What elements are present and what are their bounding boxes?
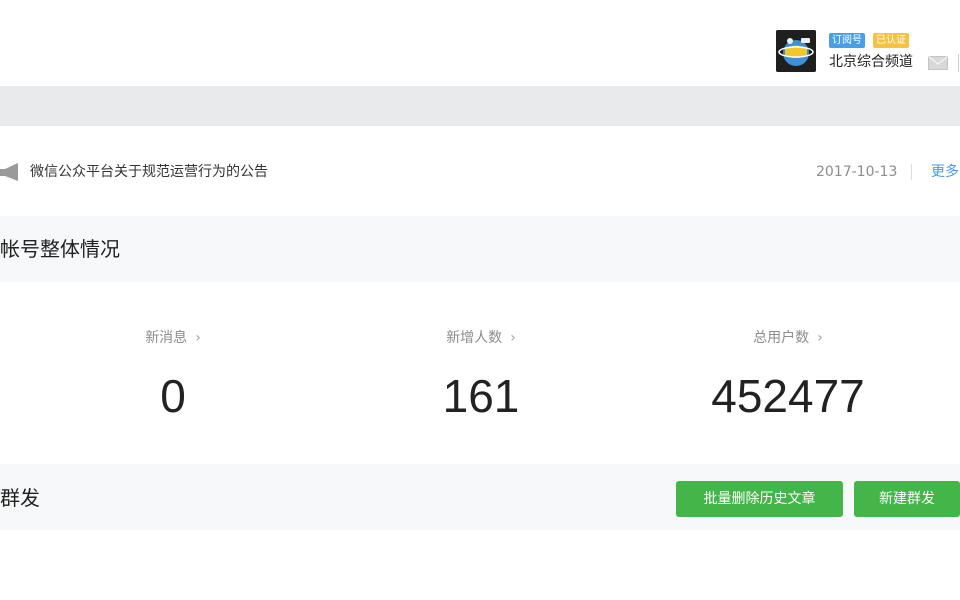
stat-new-messages[interactable]: 新消息 › 0	[73, 282, 273, 464]
stat-label[interactable]: 新消息 ›	[73, 328, 273, 348]
mass-send-title: 群发	[0, 486, 40, 510]
batch-delete-history-button[interactable]: 批量删除历史文章	[676, 481, 843, 517]
account-name[interactable]: 北京综合频道	[829, 53, 913, 71]
mail-icon[interactable]	[928, 56, 948, 70]
verified-badge: 已认证	[873, 33, 909, 48]
stat-value: 452477	[711, 370, 865, 422]
overview-stats: 新消息 › 0 新增人数 › 161 总用户数 › 452477	[0, 282, 960, 464]
chevron-right-icon: ›	[195, 330, 201, 346]
notice-date: 2017-10-13	[816, 164, 898, 180]
stat-label-text: 新消息	[145, 330, 188, 346]
megaphone-icon	[0, 163, 18, 181]
chevron-right-icon: ›	[510, 330, 516, 346]
notice-title-link[interactable]: 微信公众平台关于规范运营行为的公告	[30, 162, 268, 182]
overview-section-header: 帐号整体情况	[0, 216, 960, 282]
stat-total-users[interactable]: 总用户数 › 452477	[688, 282, 888, 464]
avatar[interactable]	[776, 30, 816, 72]
mass-send-section-header: 群发 批量删除历史文章 新建群发	[0, 464, 960, 530]
stat-label[interactable]: 总用户数 ›	[688, 328, 888, 348]
new-mass-send-button[interactable]: 新建群发	[854, 481, 960, 517]
notice-more-link[interactable]: 更多	[931, 162, 959, 182]
account-info[interactable]: 订阅号 已认证 北京综合频道	[776, 30, 960, 76]
overview-title: 帐号整体情况	[0, 237, 120, 261]
globe-avatar-icon	[776, 30, 816, 72]
notice-separator	[911, 164, 912, 180]
stat-label[interactable]: 新增人数 ›	[381, 328, 581, 348]
stat-label-text: 新增人数	[446, 330, 503, 346]
header-divider	[958, 54, 959, 72]
stat-value: 161	[442, 370, 520, 422]
account-type-badge: 订阅号	[829, 33, 865, 48]
nav-band	[0, 86, 960, 126]
chevron-right-icon: ›	[817, 330, 823, 346]
stat-label-text: 总用户数	[753, 330, 810, 346]
top-header: 订阅号 已认证 北京综合频道	[0, 0, 960, 86]
notice-bar: 微信公众平台关于规范运营行为的公告 2017-10-13 更多	[0, 126, 960, 216]
stat-new-followers[interactable]: 新增人数 › 161	[381, 282, 581, 464]
stat-value: 0	[160, 370, 186, 422]
